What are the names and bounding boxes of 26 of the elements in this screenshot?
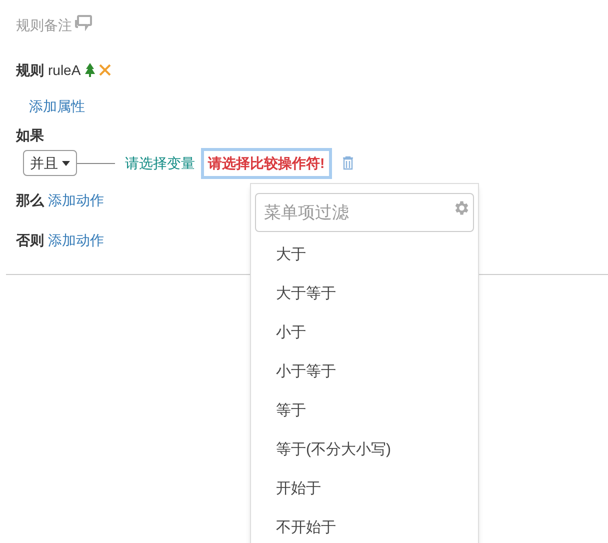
variable-link[interactable]: 请选择变量 — [125, 152, 195, 174]
if-label: 如果 — [16, 127, 44, 143]
menu-item[interactable]: 开始于 — [251, 470, 478, 509]
menu-item[interactable]: 小于 — [251, 314, 478, 353]
tree-icon[interactable] — [84, 63, 95, 77]
else-label: 否则 — [16, 230, 44, 250]
then-label: 那么 — [16, 190, 44, 210]
remark-label: 规则备注 — [16, 16, 72, 34]
close-icon[interactable] — [98, 64, 111, 76]
add-property-link[interactable]: 添加属性 — [29, 98, 85, 114]
menu-item[interactable]: 大于 — [251, 236, 478, 275]
trash-icon[interactable] — [342, 156, 354, 170]
add-action-link[interactable]: 添加动作 — [48, 190, 104, 210]
comment-icon[interactable] — [74, 15, 92, 31]
rule-label: 规则 — [16, 60, 44, 80]
menu-item[interactable]: 大于等于 — [251, 275, 478, 314]
add-action-link[interactable]: 添加动作 — [48, 230, 104, 250]
operator-selector[interactable]: 请选择比较操作符! — [201, 148, 332, 178]
menu-item[interactable]: 小于等于 — [251, 353, 478, 392]
menu-item[interactable]: 不开始于 — [251, 509, 478, 543]
menu-item[interactable]: 等于 — [251, 392, 478, 431]
filter-field[interactable]: 菜单项过滤 — [255, 193, 474, 232]
junction-dropdown[interactable]: 并且 — [23, 150, 77, 176]
menu-item[interactable]: 等于(不分大小写) — [251, 431, 478, 470]
caret-icon — [62, 160, 70, 166]
rule-name: ruleA — [48, 60, 81, 80]
